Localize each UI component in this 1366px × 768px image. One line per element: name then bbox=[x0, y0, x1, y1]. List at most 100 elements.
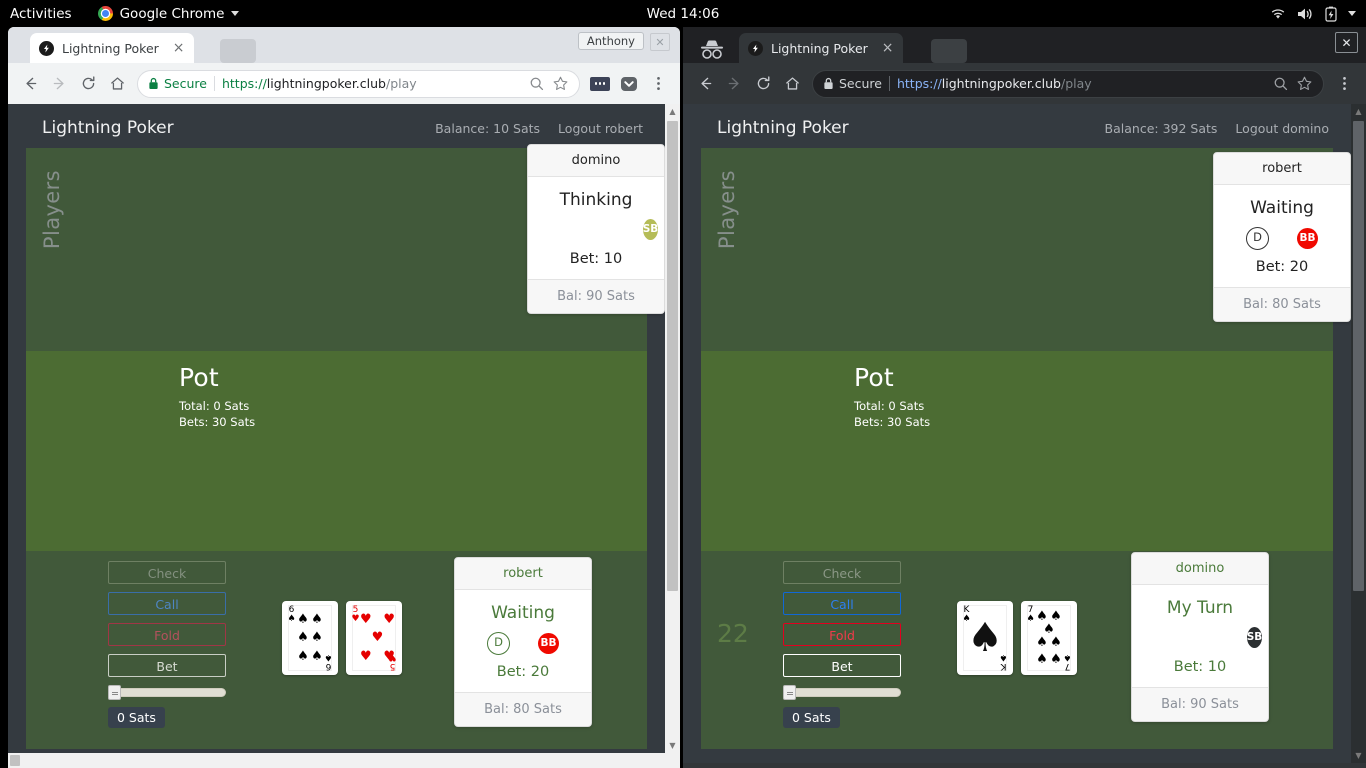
reload-icon[interactable] bbox=[750, 71, 776, 97]
battery-icon bbox=[1325, 6, 1337, 22]
profile-chip[interactable]: Anthony bbox=[577, 32, 644, 50]
player-bet: Bet: 10 bbox=[1173, 659, 1227, 675]
scrollbar-thumb-h[interactable] bbox=[10, 755, 20, 766]
tray-chevron-down-icon[interactable] bbox=[1348, 11, 1356, 16]
tab-close-icon[interactable]: × bbox=[173, 41, 185, 55]
logout-link[interactable]: Logout robert bbox=[558, 121, 643, 136]
secure-label: Secure bbox=[164, 76, 207, 91]
check-button[interactable]: Check bbox=[108, 561, 226, 584]
player-bet: Bet: 20 bbox=[1255, 259, 1309, 275]
lock-icon bbox=[149, 77, 158, 89]
bookmark-star-icon[interactable] bbox=[1296, 75, 1313, 92]
system-tray[interactable] bbox=[1270, 6, 1356, 22]
new-tab-ghost[interactable] bbox=[931, 39, 967, 63]
clock[interactable]: Wed 14:06 bbox=[0, 6, 1366, 22]
browser-tab[interactable]: Lightning Poker × bbox=[30, 33, 194, 63]
scroll-down-arrow-icon[interactable]: ▼ bbox=[1351, 748, 1366, 763]
app-title: Lightning Poker bbox=[42, 118, 174, 138]
player-name: domino bbox=[528, 145, 664, 177]
scroll-down-arrow-icon[interactable]: ▼ bbox=[665, 738, 680, 753]
fold-button[interactable]: Fold bbox=[783, 623, 901, 646]
home-icon[interactable] bbox=[104, 71, 130, 97]
player-name: robert bbox=[455, 558, 591, 590]
browser-toolbar: Secure https://lightningpoker.club/play bbox=[683, 63, 1366, 104]
call-button[interactable]: Call bbox=[108, 592, 226, 615]
browser-tab[interactable]: Lightning Poker × bbox=[739, 33, 903, 63]
call-button[interactable]: Call bbox=[783, 592, 901, 615]
address-bar[interactable]: Secure https://lightningpoker.club/play bbox=[812, 69, 1324, 98]
slider-knob[interactable] bbox=[108, 685, 121, 700]
extension-icon[interactable] bbox=[587, 71, 613, 97]
pot-panel: Pot Total: 0 Sats Bets: 30 Sats bbox=[179, 363, 255, 430]
back-icon[interactable] bbox=[17, 71, 43, 97]
player-balance: Bal: 80 Sats bbox=[1214, 287, 1350, 321]
dealer-badge: D bbox=[487, 631, 510, 655]
browser-window-incognito: Lightning Poker × ✕ Secure https://light… bbox=[683, 27, 1366, 768]
fold-button[interactable]: Fold bbox=[108, 623, 226, 646]
pocket-icon[interactable] bbox=[616, 71, 642, 97]
forward-icon bbox=[46, 71, 72, 97]
opponent-player-card[interactable]: domino Thinking SB Bet: 10 Bal: 90 Sats bbox=[527, 144, 665, 314]
new-tab-ghost[interactable] bbox=[220, 39, 256, 63]
menu-icon[interactable] bbox=[1331, 71, 1357, 97]
player-bet: Bet: 10 bbox=[569, 251, 623, 267]
back-icon[interactable] bbox=[692, 71, 718, 97]
slider-value-tooltip: 0 Sats bbox=[108, 707, 165, 728]
big-blind-badge: BB bbox=[538, 632, 559, 654]
small-blind-badge: SB bbox=[643, 219, 658, 240]
scroll-up-arrow-icon[interactable]: ▲ bbox=[1351, 104, 1366, 119]
poker-table: Players robert Waiting D BB Bet: 20 Bal:… bbox=[701, 148, 1351, 749]
url-path: /play bbox=[1061, 76, 1092, 91]
url-text: https://lightningpoker.club/play bbox=[222, 76, 521, 91]
horizontal-scrollbar[interactable] bbox=[8, 753, 665, 768]
pot-row: Pot Total: 0 Sats Bets: 30 Sats bbox=[701, 351, 1333, 551]
scrollbar-thumb[interactable] bbox=[1353, 121, 1364, 591]
window-close-icon[interactable]: ✕ bbox=[650, 33, 670, 51]
secure-label: Secure bbox=[839, 76, 882, 91]
omnibox-divider bbox=[888, 76, 890, 91]
omnibox-divider bbox=[213, 76, 215, 91]
player-badges: SB bbox=[534, 219, 658, 241]
pot-total: Total: 0 Sats bbox=[854, 399, 925, 413]
actions-row: Check Call Fold Bet 0 Sats 6 ♠ 6 ♠ ♠ ♠ ♠… bbox=[26, 551, 647, 749]
scrollbar-thumb[interactable] bbox=[667, 121, 678, 591]
slider-track bbox=[783, 688, 901, 697]
self-player-card[interactable]: domino My Turn SB Bet: 10 Bal: 90 Sats bbox=[1131, 552, 1269, 722]
logout-link[interactable]: Logout domino bbox=[1235, 121, 1329, 136]
home-icon[interactable] bbox=[779, 71, 805, 97]
players-label: Players bbox=[40, 170, 64, 250]
url-path: /play bbox=[386, 76, 417, 91]
player-badges: D BB bbox=[1220, 226, 1344, 250]
player-state: Thinking bbox=[559, 190, 633, 210]
player-balance: Bal: 90 Sats bbox=[528, 279, 664, 313]
tab-close-icon[interactable]: × bbox=[882, 41, 894, 55]
player-badges: D BB bbox=[461, 631, 585, 655]
url-scheme: https:// bbox=[896, 76, 942, 91]
tab-strip: Lightning Poker × Anthony ✕ bbox=[8, 27, 680, 63]
bookmark-star-icon[interactable] bbox=[552, 75, 569, 92]
zoom-icon[interactable] bbox=[528, 75, 545, 92]
window-close-icon[interactable]: ✕ bbox=[1335, 32, 1358, 53]
opponent-player-card[interactable]: robert Waiting D BB Bet: 20 Bal: 80 Sats bbox=[1213, 152, 1351, 322]
reload-icon[interactable] bbox=[75, 71, 101, 97]
vertical-scrollbar[interactable]: ▲ ▼ bbox=[665, 104, 680, 768]
slider-knob[interactable] bbox=[783, 685, 796, 700]
extension-dots-icon bbox=[590, 76, 610, 91]
bet-button[interactable]: Bet bbox=[108, 654, 226, 677]
scroll-up-arrow-icon[interactable]: ▲ bbox=[665, 104, 680, 119]
poker-table: Players domino Thinking SB Bet: 10 Bal: … bbox=[26, 144, 665, 749]
players-row: Players domino Thinking SB Bet: 10 Bal: … bbox=[26, 144, 665, 351]
bet-amount-slider[interactable]: 0 Sats bbox=[108, 685, 226, 728]
menu-icon[interactable] bbox=[645, 71, 671, 97]
url-host: lightningpoker.club bbox=[941, 76, 1061, 91]
vertical-scrollbar[interactable]: ▲ ▼ bbox=[1351, 104, 1366, 763]
zoom-icon[interactable] bbox=[1272, 75, 1289, 92]
check-button[interactable]: Check bbox=[783, 561, 901, 584]
address-bar[interactable]: Secure https://lightningpoker.club/play bbox=[137, 69, 580, 98]
self-player-card[interactable]: robert Waiting D BB Bet: 20 Bal: 80 Sats bbox=[454, 557, 592, 727]
ghost-number-label: 22 bbox=[717, 619, 749, 648]
lock-icon bbox=[824, 77, 833, 89]
player-balance: Bal: 80 Sats bbox=[455, 692, 591, 726]
bet-button[interactable]: Bet bbox=[783, 654, 901, 677]
bet-amount-slider[interactable]: 0 Sats bbox=[783, 685, 901, 728]
